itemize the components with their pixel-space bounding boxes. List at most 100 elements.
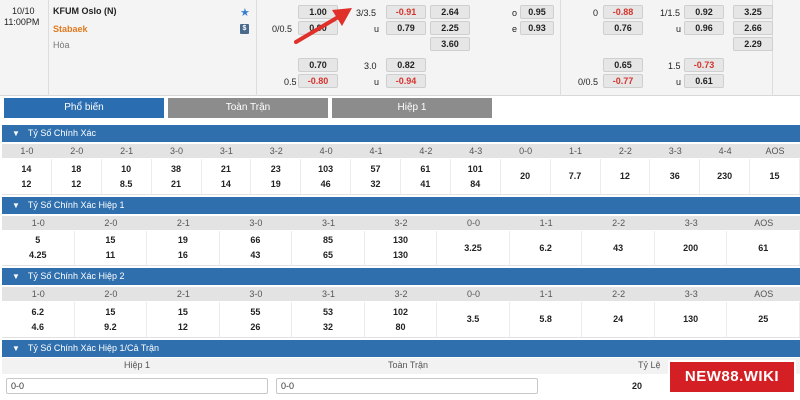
odds-button[interactable]: 2.64: [430, 5, 470, 19]
odds-value-top[interactable]: 7.7: [551, 169, 600, 184]
odds-cell[interactable]: 61: [727, 231, 800, 265]
tab-toan-tran[interactable]: Toàn Trận: [168, 98, 328, 118]
odds-value-top[interactable]: 57: [351, 162, 400, 177]
section-header-cs-h2[interactable]: ▼ Tỷ Số Chính Xác Hiệp 2: [2, 268, 800, 285]
favorite-star-icon[interactable]: ★: [240, 6, 250, 19]
odds-button[interactable]: 0.65: [603, 58, 643, 72]
odds-button[interactable]: -0.94: [386, 74, 426, 88]
odds-value-bottom[interactable]: 8.5: [102, 177, 151, 192]
odds-cell[interactable]: 15 9.2: [75, 302, 148, 337]
odds-value-bottom[interactable]: 130: [365, 248, 437, 263]
odds-value-bottom[interactable]: 43: [220, 248, 292, 263]
odds-value-top[interactable]: 3.25: [437, 241, 509, 256]
odds-cell[interactable]: 18 12: [52, 159, 102, 194]
odds-cell[interactable]: 3.25: [437, 231, 510, 265]
odds-cell[interactable]: 57 32: [351, 159, 401, 194]
toan-tran-score-select[interactable]: 0-0: [276, 378, 538, 394]
away-team[interactable]: Stabaek: [53, 24, 88, 34]
odds-cell[interactable]: 5 4.25: [2, 231, 75, 265]
odds-value-top[interactable]: 18: [52, 162, 101, 177]
odds-cell[interactable]: 23 19: [251, 159, 302, 194]
odds-value-bottom[interactable]: 32: [351, 177, 400, 192]
odds-value-top[interactable]: 5.8: [510, 312, 582, 327]
odds-cell[interactable]: 7.7: [551, 159, 601, 194]
odds-cell[interactable]: 130: [655, 302, 728, 337]
odds-cell[interactable]: 12: [601, 159, 651, 194]
odds-button[interactable]: 0.70: [298, 58, 338, 72]
odds-cell[interactable]: 101 84: [451, 159, 501, 194]
odds-value-bottom[interactable]: 21: [152, 177, 201, 192]
odds-cell[interactable]: 61 41: [401, 159, 451, 194]
odds-value-top[interactable]: 36: [650, 169, 699, 184]
odds-value-top[interactable]: 66: [220, 233, 292, 248]
odds-value-bottom[interactable]: 41: [401, 177, 450, 192]
odds-value-top[interactable]: 103: [301, 162, 350, 177]
odds-value-top[interactable]: 102: [365, 305, 437, 320]
hiep-1-score-select[interactable]: 0-0: [6, 378, 268, 394]
combo-odds-value[interactable]: 20: [632, 381, 642, 391]
section-header-cs-ft[interactable]: ▼ Tỷ Số Chính Xác: [2, 125, 800, 142]
odds-value-top[interactable]: 61: [727, 241, 799, 256]
odds-button[interactable]: 2.29: [733, 37, 773, 51]
odds-cell[interactable]: 36: [650, 159, 701, 194]
odds-cell[interactable]: 130 130: [365, 231, 438, 265]
odds-cell[interactable]: 25: [727, 302, 800, 337]
odds-value-top[interactable]: 6.2: [2, 305, 74, 320]
odds-cell[interactable]: 15 12: [147, 302, 220, 337]
odds-value-top[interactable]: 12: [601, 169, 650, 184]
odds-cell[interactable]: 53 32: [292, 302, 365, 337]
tab-hiep-1[interactable]: Hiệp 1: [332, 98, 492, 118]
odds-button[interactable]: 2.25: [430, 21, 470, 35]
odds-value-top[interactable]: 130: [365, 233, 437, 248]
section-header-cs-h1-ft[interactable]: ▼ Tỷ Số Chính Xác Hiệp 1/Cả Trận: [2, 340, 800, 357]
odds-value-top[interactable]: 130: [655, 312, 727, 327]
odds-value-top[interactable]: 43: [582, 241, 654, 256]
odds-cell[interactable]: 15 11: [75, 231, 148, 265]
odds-value-bottom[interactable]: 12: [147, 320, 219, 335]
odds-value-bottom[interactable]: 4.6: [2, 320, 74, 335]
odds-value-top[interactable]: 3.5: [437, 312, 509, 327]
odds-value-top[interactable]: 14: [2, 162, 51, 177]
odds-cell[interactable]: 6.2: [510, 231, 583, 265]
odds-button[interactable]: 0.79: [386, 21, 426, 35]
odds-button[interactable]: 0.76: [603, 21, 643, 35]
odds-value-bottom[interactable]: 26: [220, 320, 292, 335]
odds-value-top[interactable]: 53: [292, 305, 364, 320]
odds-value-top[interactable]: 20: [501, 169, 550, 184]
odds-button[interactable]: 3.25: [733, 5, 773, 19]
odds-value-top[interactable]: 200: [655, 241, 727, 256]
odds-value-top[interactable]: 55: [220, 305, 292, 320]
odds-value-top[interactable]: 101: [451, 162, 500, 177]
odds-value-top[interactable]: 230: [700, 169, 749, 184]
odds-value-bottom[interactable]: 11: [75, 248, 147, 263]
odds-value-top[interactable]: 10: [102, 162, 151, 177]
odds-value-bottom[interactable]: 84: [451, 177, 500, 192]
odds-button[interactable]: 0.92: [684, 5, 724, 19]
odds-value-bottom[interactable]: 4.25: [2, 248, 74, 263]
odds-value-bottom[interactable]: 19: [251, 177, 300, 192]
odds-button[interactable]: 3.60: [430, 37, 470, 51]
home-team[interactable]: KFUM Oslo (N): [53, 6, 117, 16]
odds-button[interactable]: 0.93: [520, 21, 554, 35]
odds-button[interactable]: -0.91: [386, 5, 426, 19]
odds-value-bottom[interactable]: 14: [202, 177, 251, 192]
odds-value-top[interactable]: 85: [292, 233, 364, 248]
odds-value-top[interactable]: 21: [202, 162, 251, 177]
odds-cell[interactable]: 230: [700, 159, 751, 194]
odds-cell[interactable]: 102 80: [365, 302, 438, 337]
odds-cell[interactable]: 10 8.5: [102, 159, 152, 194]
odds-cell[interactable]: 43: [582, 231, 655, 265]
odds-value-top[interactable]: 25: [727, 312, 799, 327]
odds-value-top[interactable]: 19: [147, 233, 219, 248]
odds-cell[interactable]: 5.8: [510, 302, 583, 337]
odds-button[interactable]: 0.61: [684, 74, 724, 88]
odds-value-bottom[interactable]: 46: [301, 177, 350, 192]
odds-button[interactable]: -0.77: [603, 74, 643, 88]
odds-value-top[interactable]: 15: [75, 233, 147, 248]
odds-cell[interactable]: 14 12: [2, 159, 52, 194]
odds-cell[interactable]: 15: [750, 159, 800, 194]
odds-button[interactable]: -0.80: [298, 74, 338, 88]
odds-value-bottom[interactable]: 80: [365, 320, 437, 335]
section-header-cs-h1[interactable]: ▼ Tỷ Số Chính Xác Hiệp 1: [2, 197, 800, 214]
odds-value-bottom[interactable]: 12: [52, 177, 101, 192]
